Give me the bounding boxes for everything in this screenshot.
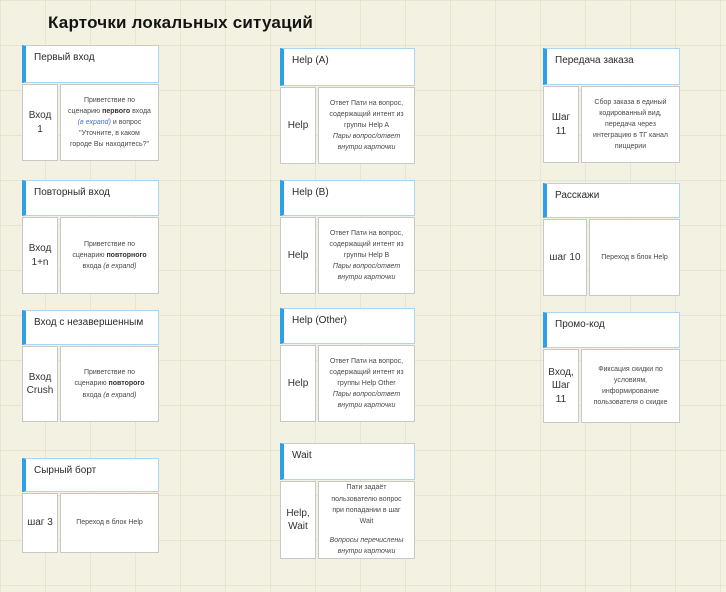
page-title[interactable]: Карточки локальных ситуаций	[48, 13, 313, 33]
card-step-label: шаг 3	[27, 517, 53, 529]
card-header[interactable]: Вход с незавершенным	[22, 310, 159, 345]
card-desc-text: Пати задаёт пользователю вопрос при попа…	[326, 482, 407, 557]
card-promo-code[interactable]: Промо-код Вход, Шаг 11 Фиксация скидки п…	[543, 312, 680, 423]
card-header[interactable]: Повторный вход	[22, 180, 159, 216]
desc-bold-text: повторного	[106, 251, 147, 259]
desc-text: входа	[82, 263, 104, 271]
card-desc-text: Ответ Пати на вопрос, содержащий интент …	[326, 356, 407, 412]
desc-text: входа	[82, 391, 104, 399]
card-help-b[interactable]: Help (B) Help Ответ Пати на вопрос, соде…	[280, 180, 415, 294]
desc-text: входа	[130, 107, 151, 115]
card-first-entry[interactable]: Первый вход Вход 1 Приветствие по сценар…	[22, 45, 159, 161]
card-title-text: Help (A)	[292, 55, 329, 66]
card-header[interactable]: Help (Other)	[280, 308, 415, 344]
card-step-cell[interactable]: Help	[280, 87, 316, 164]
card-desc-text: Ответ Пати на вопрос, содержащий интент …	[326, 98, 407, 154]
card-title-text: Промо-код	[555, 319, 605, 330]
card-step-cell[interactable]: шаг 3	[22, 493, 58, 553]
card-title-text: Первый вход	[34, 52, 95, 63]
card-step-cell[interactable]: Вход Crush	[22, 346, 58, 422]
card-step-label: Вход 1+n	[28, 243, 52, 268]
card-desc-text: Приветствие по сценарию повторого входа …	[68, 367, 151, 401]
card-step-cell[interactable]: Шаг 11	[543, 86, 579, 163]
card-desc-cell[interactable]: Пати задаёт пользователю вопрос при попа…	[318, 481, 415, 559]
card-step-cell[interactable]: Help	[280, 345, 316, 422]
desc-italic-text: (в expand)	[103, 263, 137, 271]
card-title-text: Расскажи	[555, 190, 600, 201]
card-desc-cell[interactable]: Переход в блок Help	[589, 219, 680, 296]
card-header[interactable]: Wait	[280, 443, 415, 480]
card-desc-cell[interactable]: Ответ Пати на вопрос, содержащий интент …	[318, 217, 415, 294]
desc-text: Сбор заказа в единый кодированный вид, п…	[593, 98, 668, 151]
desc-italic-text: Вопросы перечислены внутри карточки	[329, 537, 404, 556]
card-title-text: Help (B)	[292, 187, 329, 198]
card-step-cell[interactable]: Вход 1+n	[22, 217, 58, 294]
card-header[interactable]: Передача заказа	[543, 48, 680, 85]
card-help-a[interactable]: Help (A) Help Ответ Пати на вопрос, соде…	[280, 48, 415, 164]
card-desc-text: Приветствие по сценарию повторного входа…	[68, 239, 151, 273]
card-title-text: Передача заказа	[555, 55, 634, 66]
card-cheese-crust[interactable]: Сырный борт шаг 3 Переход в блок Help	[22, 458, 159, 553]
card-order-transfer[interactable]: Передача заказа Шаг 11 Сбор заказа в еди…	[543, 48, 680, 163]
desc-text: Переход в блок Help	[76, 519, 143, 527]
card-repeat-entry[interactable]: Повторный вход Вход 1+n Приветствие по с…	[22, 180, 159, 294]
desc-bold-text: первого	[102, 107, 131, 115]
card-header[interactable]: Первый вход	[22, 45, 159, 83]
card-title-text: Повторный вход	[34, 187, 110, 198]
card-step-label: Help	[287, 119, 309, 131]
whiteboard-canvas[interactable]: Карточки локальных ситуаций Первый вход …	[0, 0, 726, 592]
card-step-label: Вход 1	[28, 110, 52, 135]
card-desc-text: Ответ Пати на вопрос, содержащий интент …	[326, 228, 407, 284]
desc-italic-text: Пары вопрос/ответ внутри карточки	[332, 391, 401, 410]
card-desc-cell[interactable]: Сбор заказа в единый кодированный вид, п…	[581, 86, 680, 163]
card-step-cell[interactable]: Вход, Шаг 11	[543, 349, 579, 423]
card-title-text: Сырный борт	[34, 465, 97, 476]
desc-quote-text: "Уточните, в каком городе Вы находитесь?…	[70, 130, 149, 149]
card-unfinished-entry[interactable]: Вход с незавершенным Вход Crush Приветст…	[22, 310, 159, 422]
desc-text: Переход в блок Help	[601, 253, 668, 261]
card-step-cell[interactable]: шаг 10	[543, 219, 587, 296]
card-step-label: Help	[287, 249, 309, 261]
card-help-other[interactable]: Help (Other) Help Ответ Пати на вопрос, …	[280, 308, 415, 422]
card-title-text: Вход с незавершенным	[34, 317, 144, 328]
desc-text: и вопрос	[110, 118, 142, 126]
card-step-label: Вход Crush	[26, 371, 54, 397]
card-desc-cell[interactable]: Приветствие по сценарию повторого входа …	[60, 346, 159, 422]
desc-italic-text: Пары вопрос/ответ внутри карточки	[332, 263, 401, 282]
card-title-text: Help (Other)	[292, 315, 348, 326]
card-desc-text: Приветствие по сценарию первого входа (в…	[68, 95, 151, 151]
desc-text: Ответ Пати на вопрос, содержащий интент …	[329, 357, 404, 387]
card-step-label: Help	[287, 377, 309, 389]
card-header[interactable]: Help (B)	[280, 180, 415, 216]
card-step-label: Help, Wait	[286, 507, 310, 533]
desc-link-text: (в expand)	[77, 118, 111, 126]
card-step-cell[interactable]: Help	[280, 217, 316, 294]
card-desc-cell[interactable]: Фиксация скидки по условиям, информирова…	[581, 349, 680, 423]
desc-italic-text: (в expand)	[103, 391, 137, 399]
card-title-text: Wait	[292, 450, 312, 461]
card-wait[interactable]: Wait Help, Wait Пати задаёт пользователю…	[280, 443, 415, 559]
card-step-cell[interactable]: Вход 1	[22, 84, 58, 161]
card-step-cell[interactable]: Help, Wait	[280, 481, 316, 559]
card-header[interactable]: Help (A)	[280, 48, 415, 86]
desc-italic-text: Пары вопрос/ответ внутри карточки	[332, 133, 401, 152]
desc-text: Ответ Пати на вопрос, содержащий интент …	[329, 99, 404, 129]
desc-text: Пати задаёт пользователю вопрос при попа…	[331, 484, 402, 525]
desc-text: Ответ Пати на вопрос, содержащий интент …	[329, 229, 404, 259]
card-header[interactable]: Расскажи	[543, 183, 680, 218]
card-step-label: Вход, Шаг 11	[548, 366, 574, 405]
card-desc-cell[interactable]: Ответ Пати на вопрос, содержащий интент …	[318, 87, 415, 164]
card-desc-cell[interactable]: Приветствие по сценарию повторного входа…	[60, 217, 159, 294]
card-header[interactable]: Сырный борт	[22, 458, 159, 492]
card-tell-me[interactable]: Расскажи шаг 10 Переход в блок Help	[543, 183, 680, 296]
card-step-label: шаг 10	[549, 251, 581, 263]
card-desc-cell[interactable]: Ответ Пати на вопрос, содержащий интент …	[318, 345, 415, 422]
card-desc-cell[interactable]: Приветствие по сценарию первого входа (в…	[60, 84, 159, 161]
desc-text: Фиксация скидки по условиям, информирова…	[593, 365, 668, 407]
desc-bold-text: повторого	[108, 380, 145, 388]
card-desc-cell[interactable]: Переход в блок Help	[60, 493, 159, 553]
card-header[interactable]: Промо-код	[543, 312, 680, 348]
card-step-label: Шаг 11	[551, 112, 571, 137]
